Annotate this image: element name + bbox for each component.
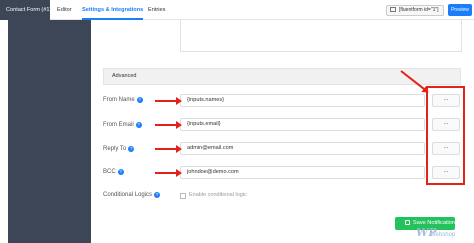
top-navigation-bar: Contact Form (#1) Editor Settings & Inte… <box>0 0 474 20</box>
from-name-input[interactable]: {inputs.names} <box>180 94 425 107</box>
from-name-label: From Name? <box>103 97 143 103</box>
from-name-label-text: From Name <box>103 97 135 103</box>
help-icon[interactable]: ? <box>117 169 124 175</box>
annotation-arrow <box>155 121 182 129</box>
annotation-arrow <box>155 145 182 153</box>
help-icon[interactable]: ? <box>136 97 143 103</box>
from-email-label: From Email? <box>103 122 142 128</box>
help-icon[interactable]: ? <box>154 192 161 198</box>
from-email-label-text: From Email <box>103 122 134 128</box>
from-email-input[interactable]: {inputs.email} <box>180 118 425 131</box>
conditional-logic-checkbox[interactable] <box>180 193 186 199</box>
settings-sidebar <box>8 20 91 243</box>
message-textarea[interactable] <box>180 20 462 52</box>
annotation-arrow <box>155 97 182 105</box>
reply-to-label-text: Reply To <box>103 146 127 152</box>
preview-button[interactable]: Preview <box>448 4 472 16</box>
annotation-highlight-box <box>426 86 465 185</box>
bcc-input[interactable]: johndoe@demo.com <box>180 166 425 179</box>
conditional-logics-label: Conditional Logics? <box>103 192 161 198</box>
tab-entries[interactable]: Entries <box>148 0 165 20</box>
shortcode-text: [fluentform id="1"] <box>399 7 439 13</box>
bcc-label: BCC? <box>103 169 124 175</box>
bcc-label-text: BCC <box>103 169 116 175</box>
help-icon[interactable]: ? <box>135 122 142 128</box>
copy-icon <box>390 7 396 12</box>
conditional-logic-checkbox-label[interactable]: Enable conditional logic <box>189 192 247 198</box>
watermark-logo-text: Webshop <box>430 232 456 238</box>
tab-editor[interactable]: Editor <box>57 0 72 20</box>
annotation-arrow <box>155 169 182 177</box>
help-icon[interactable]: ? <box>128 146 135 152</box>
reply-to-label: Reply To? <box>103 146 135 152</box>
tab-settings-integrations[interactable]: Settings & Integrations <box>82 0 144 20</box>
tab-contact-form[interactable]: Contact Form (#1) <box>0 0 51 20</box>
shortcode-copy-button[interactable]: [fluentform id="1"] <box>386 5 444 16</box>
save-icon <box>405 220 410 225</box>
reply-to-input[interactable]: admin@email.com <box>180 142 425 155</box>
conditional-logics-label-text: Conditional Logics <box>103 192 153 198</box>
watermark-logo: WP Webshop <box>416 226 472 242</box>
